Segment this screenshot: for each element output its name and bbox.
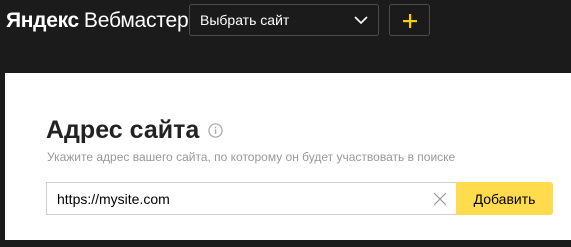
info-icon[interactable] bbox=[208, 122, 223, 138]
site-select-value: Выбрать сайт bbox=[200, 12, 290, 28]
yandex-webmaster-logo[interactable]: Яндекс Вебмастер bbox=[6, 6, 189, 36]
close-icon[interactable] bbox=[433, 192, 447, 206]
logo-product: Вебмастер bbox=[83, 9, 189, 32]
site-select[interactable]: Выбрать сайт bbox=[189, 4, 379, 36]
site-url-input[interactable] bbox=[47, 183, 427, 214]
add-button[interactable]: Добавить bbox=[456, 182, 553, 215]
page-title: Адрес сайта bbox=[46, 116, 200, 144]
add-site-button[interactable] bbox=[389, 4, 430, 36]
logo-brand: Яндекс bbox=[6, 9, 79, 32]
title-row: Адрес сайта bbox=[46, 115, 223, 145]
url-input-wrapper bbox=[46, 182, 457, 215]
plus-icon bbox=[403, 14, 417, 28]
add-site-card: Адрес сайта Укажите адрес вашего сайта, … bbox=[5, 73, 571, 240]
site-address-hint: Укажите адрес вашего сайта, по которому … bbox=[47, 150, 456, 164]
chevron-down-icon bbox=[354, 16, 368, 25]
top-header: Яндекс Вебмастер Выбрать сайт bbox=[0, 0, 571, 50]
